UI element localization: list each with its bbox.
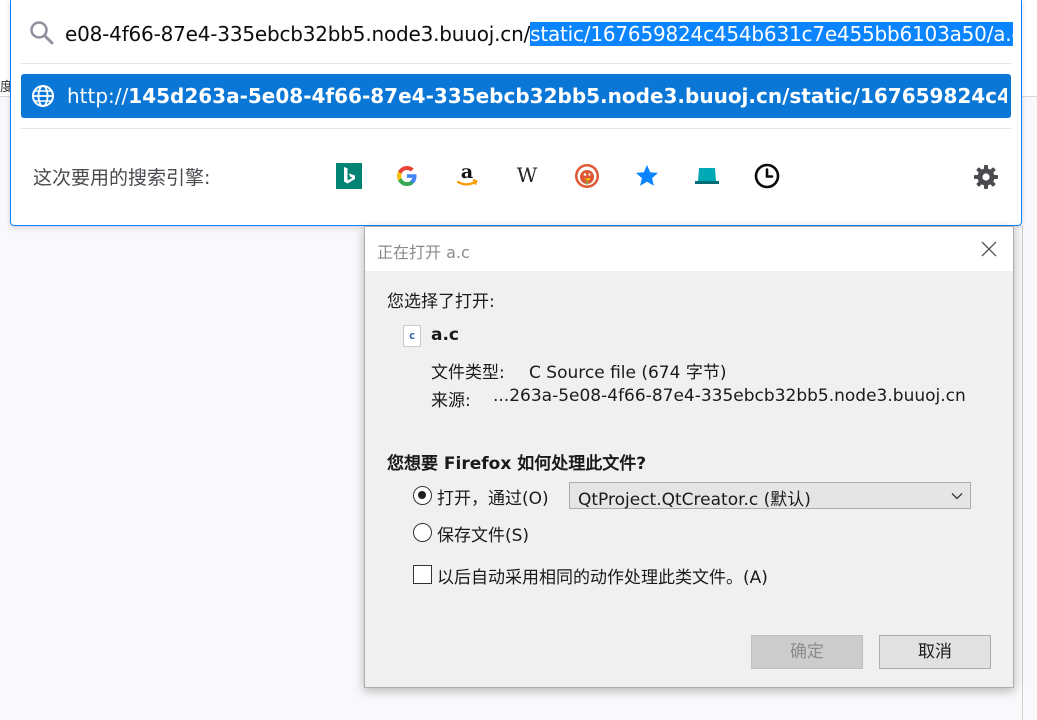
dialog-question: 您想要 Firefox 如何处理此文件? <box>387 454 647 474</box>
dialog-titlebar: 正在打开 a.c <box>365 227 1013 271</box>
bookmarks-engine-button[interactable] <box>631 160 663 192</box>
file-type-label: 文件类型: <box>431 363 505 383</box>
open-with-app-value: QtProject.QtCreator.c (默认) <box>578 490 811 510</box>
close-icon[interactable] <box>979 239 999 259</box>
history-engine-button[interactable] <box>751 160 783 192</box>
suggestion-url-scheme: http:// <box>67 84 129 108</box>
remember-choice-label[interactable]: 以后自动采用相同的动作处理此类文件。(A) <box>437 563 768 588</box>
url-input-text: e08-4f66-87e4-335ebcb32bb5.node3.buuoj.c… <box>65 22 531 46</box>
save-file-radio[interactable] <box>413 523 432 542</box>
chevron-down-icon <box>951 493 963 500</box>
tabs-engine-button[interactable] <box>691 160 723 192</box>
open-with-app-select[interactable]: QtProject.QtCreator.c (默认) <box>569 482 971 510</box>
dialog-intro: 您选择了打开: <box>387 292 495 312</box>
wikipedia-engine-button[interactable]: W <box>511 160 543 192</box>
svg-text:W: W <box>517 164 538 187</box>
search-engines-label: 这次要用的搜索引擎: <box>33 167 211 189</box>
c-file-icon: c <box>403 325 421 347</box>
gear-icon[interactable] <box>971 162 1001 192</box>
file-source-value: ...263a-5e08-4f66-87e4-335ebcb32bb5.node… <box>493 386 966 406</box>
cancel-button[interactable]: 取消 <box>879 635 991 669</box>
search-icon <box>30 21 54 45</box>
globe-icon <box>32 85 54 107</box>
bing-engine-button[interactable] <box>333 160 365 192</box>
urlbar-input-row[interactable]: e08-4f66-87e4-335ebcb32bb5.node3.buuoj.c… <box>11 0 1021 64</box>
google-icon <box>397 166 417 186</box>
duckduckgo-icon <box>575 164 599 188</box>
file-type-value: C Source file (674 字节) <box>529 363 727 383</box>
open-with-label[interactable]: 打开，通过(O) <box>437 484 549 509</box>
file-source-label: 来源: <box>431 391 471 411</box>
open-with-radio[interactable] <box>413 486 432 505</box>
duckduckgo-engine-button[interactable] <box>571 160 603 192</box>
url-suggestion-row[interactable]: http://145d263a-5e08-4f66-87e4-335ebcb32… <box>21 74 1011 118</box>
dialog-title: 正在打开 a.c <box>377 243 470 262</box>
file-name: a.c <box>431 325 460 345</box>
open-file-dialog: 正在打开 a.c 您选择了打开: c a.c 文件类型: C Source fi… <box>364 226 1014 688</box>
divider <box>21 128 1011 129</box>
divider <box>21 63 1011 64</box>
google-engine-button[interactable] <box>391 160 423 192</box>
clock-icon <box>754 163 780 189</box>
page-edge-line <box>1022 226 1023 720</box>
url-input[interactable]: e08-4f66-87e4-335ebcb32bb5.node3.buuoj.c… <box>65 18 1013 50</box>
wikipedia-icon: W <box>517 164 538 187</box>
tab-icon <box>695 168 719 184</box>
save-file-label[interactable]: 保存文件(S) <box>437 521 529 546</box>
urlbar-dropdown: e08-4f66-87e4-335ebcb32bb5.node3.buuoj.c… <box>10 0 1022 226</box>
star-icon <box>636 165 658 186</box>
amazon-icon: a <box>456 163 478 186</box>
bing-icon <box>336 163 362 189</box>
remember-choice-checkbox[interactable] <box>413 565 432 584</box>
svg-text:a: a <box>461 163 473 183</box>
suggestion-url-host: 145d263a-5e08-4f66-87e4-335ebcb32bb5.nod… <box>128 84 1007 108</box>
ok-button[interactable]: 确定 <box>751 635 863 669</box>
url-input-selection: static/167659824c454b631c7e455bb6103a50/… <box>530 22 1013 46</box>
suggestion-url: http://145d263a-5e08-4f66-87e4-335ebcb32… <box>67 74 1007 118</box>
amazon-engine-button[interactable]: a <box>451 160 483 192</box>
